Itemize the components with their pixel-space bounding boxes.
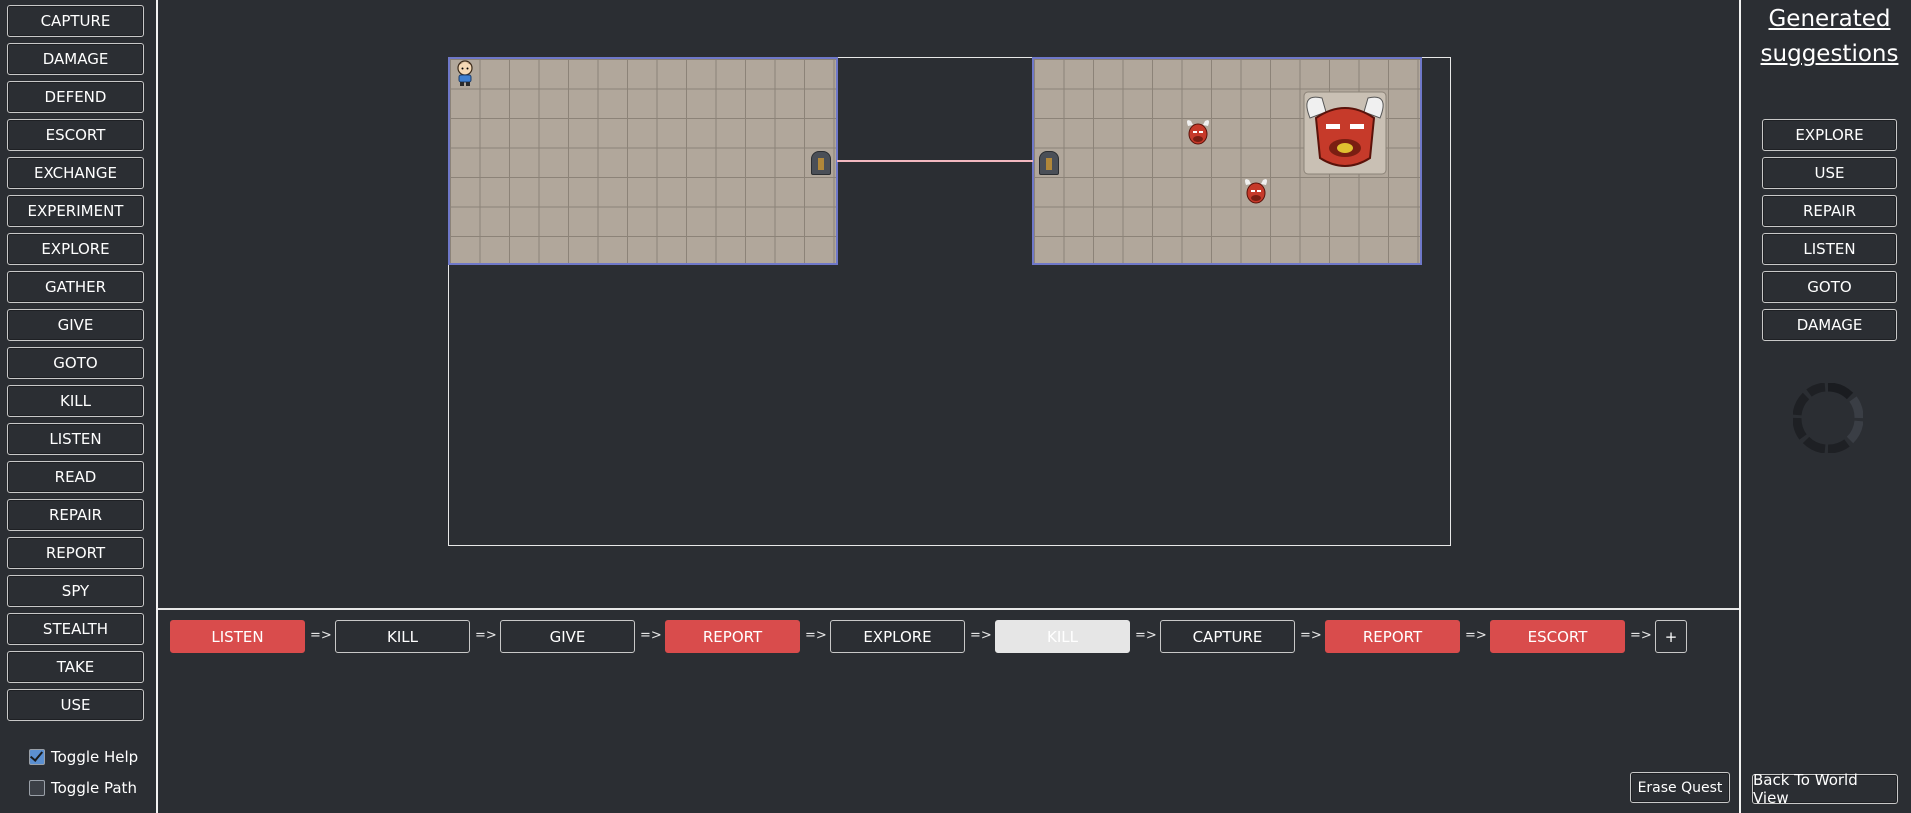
quest-step-report[interactable]: REPORT: [665, 620, 800, 653]
toggle-path[interactable]: Toggle Path: [29, 779, 137, 797]
action-button-gather[interactable]: GATHER: [7, 271, 144, 303]
action-button-use[interactable]: USE: [7, 689, 144, 721]
action-button-take[interactable]: TAKE: [7, 651, 144, 683]
quest-step-give[interactable]: GIVE: [500, 620, 635, 653]
action-button-goto[interactable]: GOTO: [7, 347, 144, 379]
room-left[interactable]: [448, 57, 838, 265]
back-to-world-view-button[interactable]: Back To World View: [1752, 771, 1898, 807]
action-button-defend[interactable]: DEFEND: [7, 81, 144, 113]
quest-step-listen[interactable]: LISTEN: [170, 620, 305, 653]
suggestions-title-line1: Generated: [1768, 6, 1891, 32]
door-icon[interactable]: [811, 151, 831, 175]
action-button-listen[interactable]: LISTEN: [7, 423, 144, 455]
action-button-damage[interactable]: DAMAGE: [7, 43, 144, 75]
quest-step-kill-selected[interactable]: KILL: [995, 620, 1130, 653]
action-button-read[interactable]: READ: [7, 461, 144, 493]
toggle-help-label: Toggle Help: [51, 748, 139, 766]
suggestions-title: Generated suggestions: [1742, 2, 1911, 72]
action-button-stealth[interactable]: STEALTH: [7, 613, 144, 645]
action-button-kill[interactable]: KILL: [7, 385, 144, 417]
action-button-capture[interactable]: CAPTURE: [7, 5, 144, 37]
quest-arrow: =>: [1630, 628, 1652, 643]
boss-monster-icon[interactable]: [1300, 88, 1390, 176]
left-divider: [156, 0, 158, 813]
quest-step-escort[interactable]: ESCORT: [1490, 620, 1625, 653]
suggestion-button-explore[interactable]: EXPLORE: [1762, 119, 1897, 151]
quest-step-explore[interactable]: EXPLORE: [830, 620, 965, 653]
toggle-help-checkbox[interactable]: [29, 749, 45, 765]
door-icon[interactable]: [1039, 151, 1059, 175]
suggestion-button-goto[interactable]: GOTO: [1762, 271, 1897, 303]
monster-icon[interactable]: [1185, 118, 1211, 146]
quest-arrow: =>: [1135, 628, 1157, 643]
suggestion-button-repair[interactable]: REPAIR: [1762, 195, 1897, 227]
quest-strip-divider: [158, 608, 1739, 610]
toggle-path-checkbox[interactable]: [29, 780, 45, 796]
room-connection-line: [837, 160, 1033, 162]
action-button-experiment[interactable]: EXPERIMENT: [7, 195, 144, 227]
action-palette: CAPTURE DAMAGE DEFEND ESCORT EXCHANGE EX…: [0, 0, 156, 813]
action-button-report[interactable]: REPORT: [7, 537, 144, 569]
action-button-repair[interactable]: REPAIR: [7, 499, 144, 531]
loading-spinner-icon: [1793, 383, 1863, 453]
quest-arrow: =>: [805, 628, 827, 643]
toggle-path-label: Toggle Path: [51, 779, 137, 797]
action-button-escort[interactable]: ESCORT: [7, 119, 144, 151]
action-button-exchange[interactable]: EXCHANGE: [7, 157, 144, 189]
quest-arrow: =>: [1300, 628, 1322, 643]
suggestion-button-use[interactable]: USE: [1762, 157, 1897, 189]
toggle-help[interactable]: Toggle Help: [29, 748, 138, 766]
quest-step-kill[interactable]: KILL: [335, 620, 470, 653]
quest-arrow: =>: [310, 628, 332, 643]
suggestion-button-listen[interactable]: LISTEN: [1762, 233, 1897, 265]
suggestion-button-damage[interactable]: DAMAGE: [1762, 309, 1897, 341]
erase-quest-button[interactable]: Erase Quest: [1630, 772, 1730, 803]
suggestions-title-line2: suggestions: [1760, 41, 1899, 67]
quest-step-capture[interactable]: CAPTURE: [1160, 620, 1295, 653]
hero-icon[interactable]: [454, 60, 476, 86]
quest-arrow: =>: [1465, 628, 1487, 643]
action-button-explore[interactable]: EXPLORE: [7, 233, 144, 265]
quest-step-report-2[interactable]: REPORT: [1325, 620, 1460, 653]
quest-arrow: =>: [970, 628, 992, 643]
monster-icon[interactable]: [1243, 177, 1269, 205]
quest-arrow: =>: [640, 628, 662, 643]
quest-arrow: =>: [475, 628, 497, 643]
add-quest-step-button[interactable]: +: [1655, 620, 1687, 653]
action-button-give[interactable]: GIVE: [7, 309, 144, 341]
action-button-spy[interactable]: SPY: [7, 575, 144, 607]
right-divider: [1739, 0, 1741, 813]
